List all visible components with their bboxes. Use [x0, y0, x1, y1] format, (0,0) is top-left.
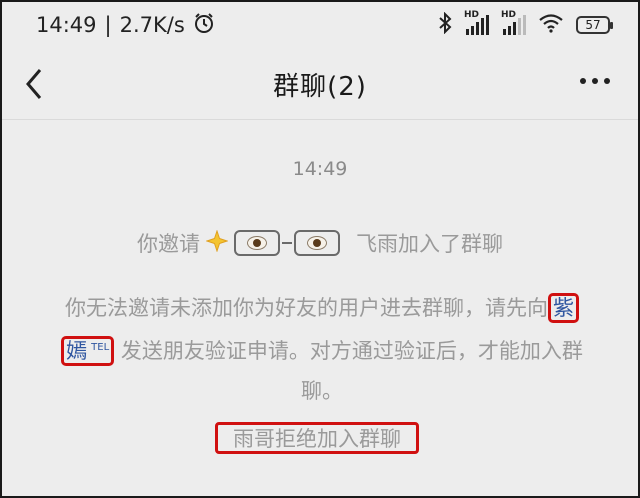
reject-text: 雨哥拒绝加入群聊	[233, 427, 401, 451]
chat-timestamp: 14:49	[292, 158, 348, 180]
alarm-clock-icon	[193, 12, 215, 39]
wifi-icon	[538, 13, 564, 37]
battery-icon: 57	[576, 16, 613, 34]
eyes-glasses-icon	[234, 230, 340, 256]
notice-text-part1: 你无法邀请未添加你为好友的用户进去群聊，请先向	[65, 296, 548, 320]
glasses-lens-right	[294, 230, 340, 256]
signal-strength-icon-2: HD	[501, 10, 526, 35]
more-dot	[604, 78, 610, 84]
contact-name-part2: 嫣	[66, 339, 88, 363]
title-bar: 群聊(2)	[2, 48, 638, 120]
more-button[interactable]	[580, 78, 610, 84]
status-left: 14:49 | 2.7K/s	[36, 12, 215, 39]
phone-screen: 14:49 | 2.7K/s HD HD 57 群聊(2) 14:49 你邀请 …	[0, 0, 640, 498]
status-right: HD HD 57	[438, 10, 613, 38]
contact-name-link-part1[interactable]: 紫	[548, 293, 579, 323]
invite-prefix: 你邀请	[137, 232, 200, 256]
contact-name-link-part2[interactable]: 嫣 TEL	[61, 336, 115, 366]
invite-failure-notice: 你无法邀请未添加你为好友的用户进去群聊，请先向紫 嫣 TEL 发送朋友验证申请。对…	[52, 288, 592, 411]
glasses-lens-left	[234, 230, 280, 256]
notice-text-part2: 发送朋友验证申请。对方通过验证后，才能加入群聊。	[120, 339, 583, 403]
hd-label-2: HD	[501, 10, 517, 20]
reject-system-message: 雨哥拒绝加入群聊	[215, 422, 419, 454]
status-time: 14:49	[36, 13, 97, 37]
hd-label-1: HD	[464, 10, 480, 20]
sparkle-star-icon	[205, 228, 229, 257]
page-title: 群聊(2)	[273, 72, 367, 102]
battery-level: 57	[585, 18, 601, 32]
status-separator: |	[104, 13, 112, 37]
invite-system-message: 你邀请 飞雨加入了群聊	[2, 228, 638, 258]
more-dot	[580, 78, 586, 84]
signal-strength-icon-1: HD	[464, 10, 489, 35]
more-dot	[592, 78, 598, 84]
network-speed: 2.7K/s	[119, 13, 185, 37]
bluetooth-icon	[438, 11, 452, 38]
status-bar: 14:49 | 2.7K/s HD HD 57	[2, 2, 638, 48]
invite-suffix: 飞雨加入了群聊	[356, 232, 503, 256]
tel-badge: TEL	[91, 342, 110, 353]
